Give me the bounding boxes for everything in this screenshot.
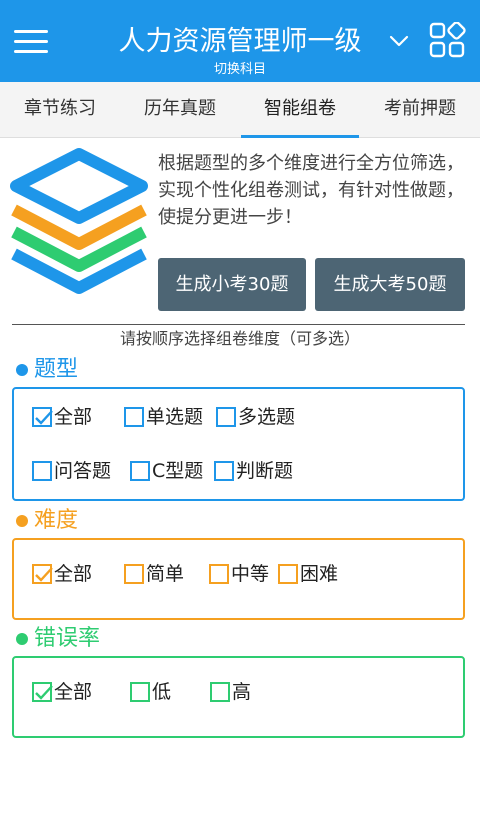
checkbox-checked-icon[interactable] — [32, 564, 53, 584]
option-type-qa[interactable]: 问答题 — [32, 459, 111, 483]
option-type-all[interactable]: 全部 — [32, 405, 92, 429]
switch-subject-link[interactable]: 切换科目 — [180, 62, 300, 78]
tab-past-exams[interactable]: 历年真题 — [120, 82, 240, 138]
bullet-dot-icon — [16, 633, 28, 645]
option-label: 困难 — [300, 563, 339, 585]
divider — [12, 324, 465, 325]
tab-predicted-questions[interactable]: 考前押题 — [360, 82, 480, 138]
option-label: C型题 — [152, 460, 204, 482]
option-difficulty-hard[interactable]: 困难 — [278, 562, 338, 586]
option-label: 多选题 — [238, 406, 296, 428]
checkbox-icon[interactable] — [216, 407, 236, 427]
chevron-down-icon[interactable] — [388, 30, 410, 52]
stacked-layers-icon — [10, 148, 148, 294]
checkbox-icon[interactable] — [210, 682, 230, 702]
intro-description: 根据题型的多个维度进行全方位筛选，实现个性化组卷测试，有针对性做题，使提分更进一… — [158, 153, 464, 228]
checkbox-icon[interactable] — [278, 564, 298, 584]
generate-30-button[interactable]: 生成小考30题 — [158, 258, 306, 311]
section-title-difficulty: 难度 — [16, 507, 78, 535]
checkbox-checked-icon[interactable] — [32, 407, 53, 427]
option-error-high[interactable]: 高 — [210, 680, 251, 704]
option-difficulty-medium[interactable]: 中等 — [209, 562, 269, 586]
option-label: 中等 — [231, 563, 270, 585]
option-label: 简单 — [146, 563, 185, 585]
option-type-tf[interactable]: 判断题 — [214, 459, 293, 483]
hamburger-menu-icon[interactable] — [12, 24, 52, 58]
option-label: 判断题 — [236, 460, 294, 482]
section-title-type: 题型 — [16, 356, 78, 384]
option-label: 全部 — [54, 406, 93, 428]
menu-line — [14, 40, 48, 43]
section-title-error-rate: 错误率 — [16, 625, 100, 653]
option-label: 问答题 — [54, 460, 112, 482]
section-box-type: 全部 单选题 多选题 问答题 C型题 判断题 — [12, 387, 465, 501]
checkbox-icon[interactable] — [124, 564, 144, 584]
checkbox-icon[interactable] — [130, 682, 150, 702]
checkbox-icon[interactable] — [32, 461, 52, 481]
option-label: 全部 — [54, 681, 93, 703]
section-title-error-rate-label: 错误率 — [34, 626, 101, 651]
option-difficulty-all[interactable]: 全部 — [32, 562, 92, 586]
option-type-multi[interactable]: 多选题 — [216, 405, 295, 429]
section-title-type-label: 题型 — [34, 357, 79, 382]
section-box-difficulty: 全部 简单 中等 困难 — [12, 538, 465, 620]
menu-line — [14, 50, 48, 53]
tab-smart-paper[interactable]: 智能组卷 — [240, 82, 360, 138]
selection-hint: 请按顺序选择组卷维度（可多选） — [119, 329, 360, 348]
section-box-error-rate: 全部 低 高 — [12, 656, 465, 738]
option-error-low[interactable]: 低 — [130, 680, 171, 704]
menu-line — [14, 30, 48, 33]
checkbox-checked-icon[interactable] — [32, 682, 53, 702]
option-label: 低 — [152, 681, 172, 703]
bullet-dot-icon — [16, 515, 28, 527]
option-label: 高 — [232, 681, 252, 703]
option-difficulty-easy[interactable]: 简单 — [124, 562, 184, 586]
section-title-difficulty-label: 难度 — [34, 508, 79, 533]
option-type-single[interactable]: 单选题 — [124, 405, 203, 429]
subject-title[interactable]: 人力资源管理师一级 — [100, 22, 380, 62]
tab-chapter-practice[interactable]: 章节练习 — [0, 82, 120, 138]
option-error-all[interactable]: 全部 — [32, 680, 92, 704]
tab-bar: 章节练习 历年真题 智能组卷 考前押题 — [0, 82, 480, 138]
checkbox-icon[interactable] — [130, 461, 150, 481]
app-header: 人力资源管理师一级 切换科目 — [0, 0, 480, 82]
grid-apps-icon[interactable] — [428, 22, 466, 60]
checkbox-icon[interactable] — [214, 461, 234, 481]
option-label: 单选题 — [146, 406, 204, 428]
bullet-dot-icon — [16, 364, 28, 376]
option-type-c[interactable]: C型题 — [130, 459, 203, 483]
option-label: 全部 — [54, 563, 93, 585]
checkbox-icon[interactable] — [209, 564, 229, 584]
generate-50-button[interactable]: 生成大考50题 — [315, 258, 465, 311]
checkbox-icon[interactable] — [124, 407, 144, 427]
